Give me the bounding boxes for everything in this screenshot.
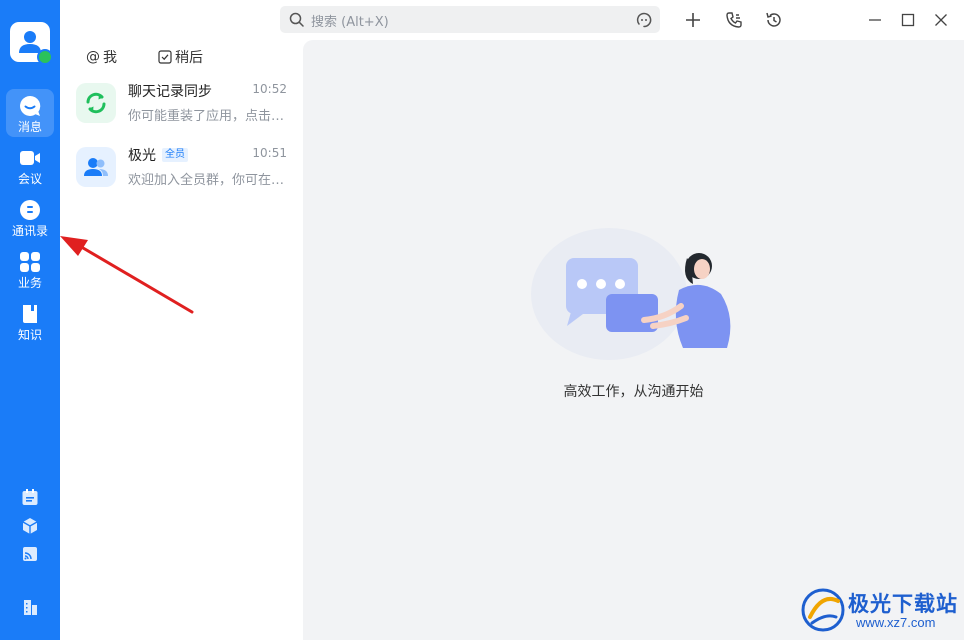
search-icon	[289, 12, 304, 27]
chat-list-panel: @ 我 稍后 聊天记录同步 10:52 你可能重装了应用，点击… 极光 全员 1…	[60, 0, 303, 640]
conversation-time: 10:51	[252, 146, 287, 160]
minimize-icon[interactable]	[865, 10, 885, 30]
nav-business[interactable]: 业务	[6, 245, 54, 293]
avatar[interactable]	[10, 22, 53, 65]
search-placeholder: 搜索 (Alt+X)	[311, 15, 389, 30]
empty-state-illustration	[531, 228, 731, 360]
nav-messages[interactable]: 消息	[6, 89, 54, 137]
search-input[interactable]: 搜索 (Alt+X)	[280, 6, 660, 33]
watermark-logo-icon	[801, 588, 845, 632]
nav-contacts-label: 通讯录	[11, 224, 48, 238]
cube-icon[interactable]	[21, 517, 39, 535]
empty-state-text: 高效工作，从沟通开始	[563, 384, 704, 400]
filter-later[interactable]: 稍后	[158, 47, 203, 67]
watermark-url: www.xz7.com	[856, 615, 936, 630]
calendar-icon[interactable]	[21, 488, 39, 506]
filter-mentions-label: 我	[103, 50, 117, 66]
watermark-title: 极光下载站	[848, 592, 958, 616]
conversation-preview: 欢迎加入全员群，你可在…	[128, 173, 285, 188]
nav-knowledge[interactable]: 知识	[6, 297, 54, 345]
conversation-item[interactable]: 聊天记录同步 10:52 你可能重装了应用，点击…	[60, 71, 303, 135]
contacts-icon	[20, 200, 40, 220]
history-icon[interactable]	[764, 10, 784, 30]
nav-messages-label: 消息	[17, 120, 42, 134]
nav-contacts[interactable]: 通讯录	[6, 193, 54, 241]
nav-meetings[interactable]: 会议	[6, 141, 54, 189]
video-meeting-icon	[20, 151, 40, 165]
add-icon[interactable]	[683, 10, 703, 30]
filter-mentions[interactable]: @ 我	[86, 47, 117, 67]
close-icon[interactable]	[931, 10, 951, 30]
conversation-time: 10:52	[252, 82, 287, 96]
building-icon[interactable]	[21, 598, 39, 616]
conversation-avatar	[76, 83, 116, 123]
apps-grid-icon	[20, 252, 40, 272]
checkbox-icon	[158, 50, 172, 64]
nav-meetings-label: 会议	[17, 172, 42, 186]
call-icon[interactable]	[724, 10, 744, 30]
at-icon: @	[86, 49, 100, 65]
all-members-badge: 全员	[162, 148, 188, 162]
filter-later-label: 稍后	[175, 50, 203, 66]
main-pane: 高效工作，从沟通开始	[303, 40, 964, 640]
conversation-item[interactable]: 极光 全员 10:51 欢迎加入全员群，你可在…	[60, 135, 303, 199]
maximize-icon[interactable]	[898, 10, 918, 30]
nav-business-label: 业务	[17, 276, 42, 290]
nav-knowledge-label: 知识	[17, 328, 42, 342]
conversation-title-text: 聊天记录同步	[128, 84, 212, 100]
conversation-title: 极光 全员	[128, 145, 188, 165]
conversation-title-text: 极光	[128, 148, 156, 164]
conversation-avatar	[76, 147, 116, 187]
conversation-title: 聊天记录同步	[128, 81, 212, 101]
sync-icon	[86, 92, 106, 114]
watermark: 极光下载站 www.xz7.com	[800, 585, 960, 637]
cast-icon[interactable]	[21, 545, 39, 563]
knowledge-book-icon	[23, 305, 37, 323]
conversation-preview: 你可能重装了应用，点击…	[128, 109, 285, 124]
message-icon	[20, 95, 41, 116]
left-rail: 消息 会议 通讯录 业务 知识	[0, 0, 60, 640]
online-status-badge	[37, 49, 53, 65]
assistant-icon[interactable]	[636, 12, 652, 28]
group-users-icon	[84, 158, 108, 176]
